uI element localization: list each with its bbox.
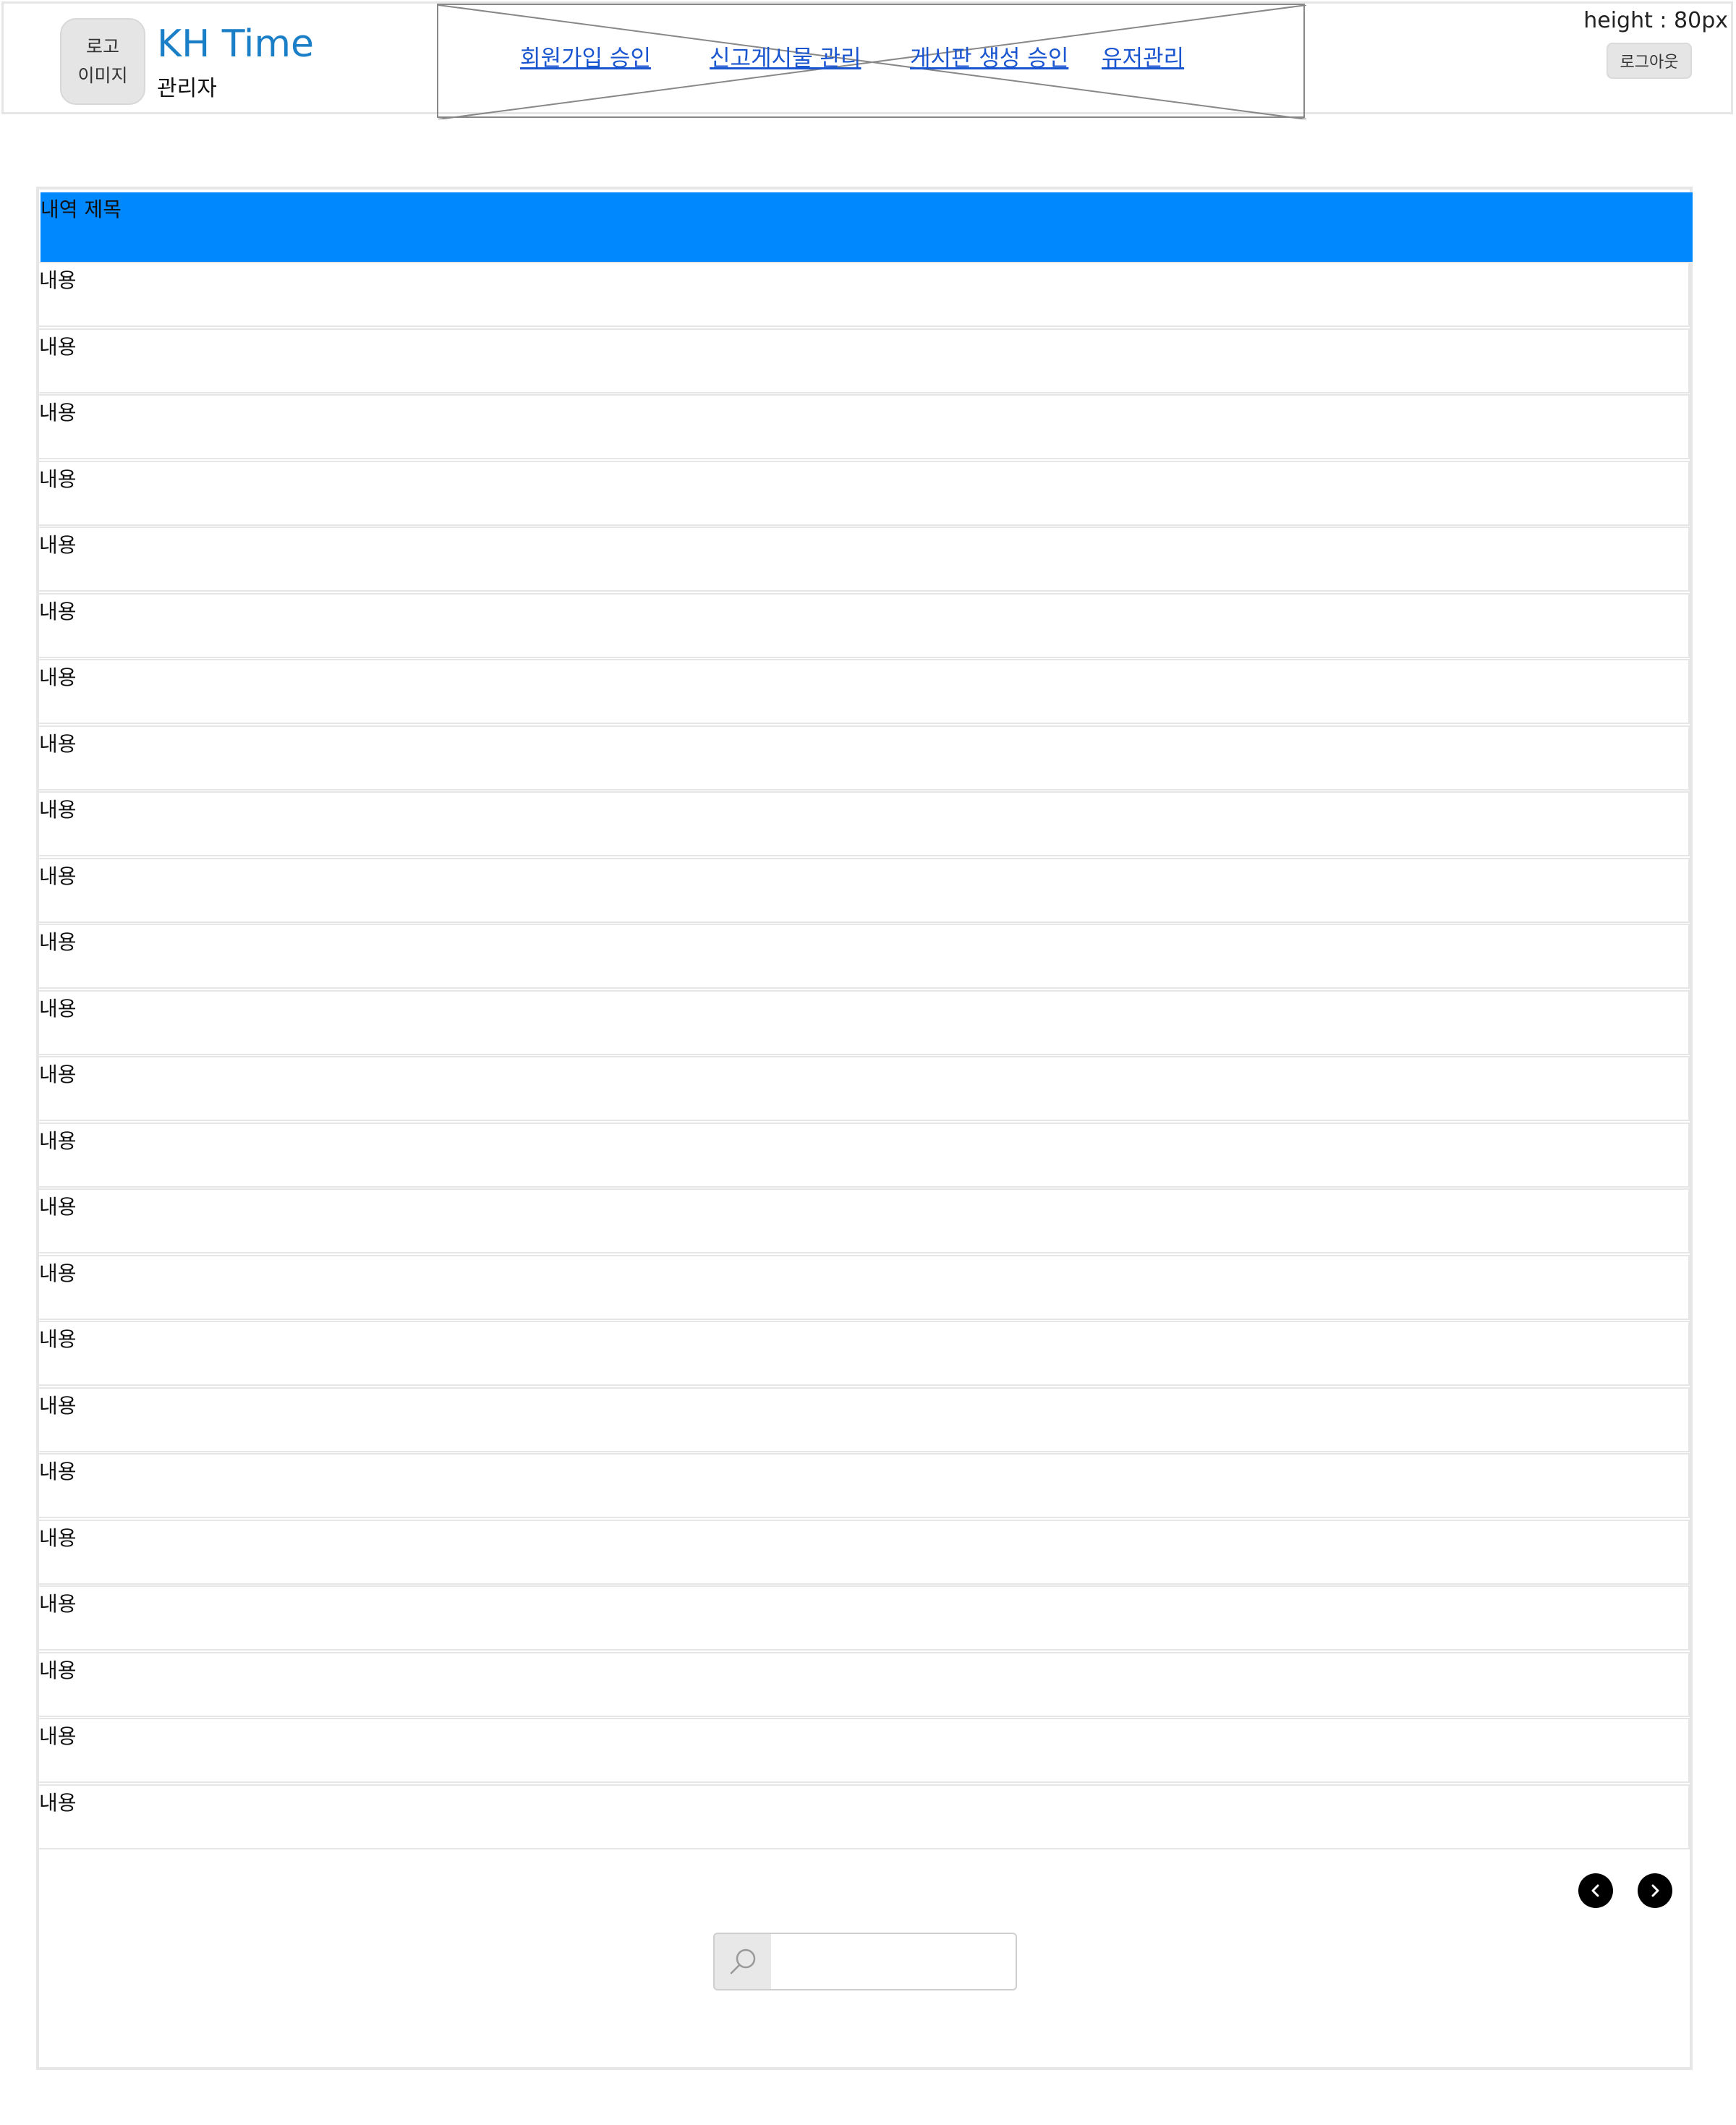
logo-text-line1: 로고 [85,36,119,57]
list-row[interactable]: 내용 [38,1122,1690,1188]
list-row[interactable]: 내용 [38,328,1690,393]
list-row-text: 내용 [39,1460,77,1483]
list-title: 내역 제목 [41,197,122,221]
list-row[interactable]: 내용 [38,659,1690,724]
list-row-text: 내용 [39,1128,77,1153]
list-row[interactable]: 내용 [38,527,1690,592]
list-row[interactable]: 내용 [38,989,1690,1055]
role-label: 관리자 [157,76,217,101]
list-row[interactable]: 내용 [38,592,1690,658]
list-row[interactable]: 내용 [38,460,1690,526]
prev-page-button[interactable] [1578,1873,1613,1908]
search-input[interactable] [773,1934,1013,1989]
list-row[interactable]: 내용 [38,1056,1690,1121]
list-row-text: 내용 [39,930,77,954]
logo-text-line2: 이미지 [77,65,128,86]
chevron-right-icon [1651,1884,1659,1897]
list-row[interactable]: 내용 [38,1254,1690,1320]
list-row-text: 내용 [39,996,77,1021]
list-row-text: 내용 [39,1062,77,1086]
list-row-text: 내용 [39,1261,77,1285]
list-row[interactable]: 내용 [38,1585,1690,1651]
list-row-text: 내용 [39,864,77,888]
list-row[interactable]: 내용 [38,262,1690,327]
list-row-text: 내용 [39,665,77,689]
brand-title[interactable]: KH Time [157,22,314,66]
nav-board-approval[interactable]: 게시판 생성 승인 [910,40,1068,72]
list-row-text: 내용 [39,334,77,359]
list-row-text: 내용 [39,268,77,292]
chevron-left-icon [1591,1884,1599,1897]
list-row[interactable]: 내용 [38,1387,1690,1452]
next-page-button[interactable] [1638,1873,1672,1908]
nav-user-management[interactable]: 유저관리 [1102,40,1184,72]
list-row-text: 내용 [39,1327,77,1351]
list-row[interactable]: 내용 [38,857,1690,923]
list-row[interactable]: 내용 [38,1453,1690,1518]
list-title-bar: 내역 제목 [41,192,1693,262]
list-row-text: 내용 [39,1592,77,1616]
list-row-text: 내용 [39,798,77,822]
search-icon [730,1949,756,1975]
list-row[interactable]: 내용 [38,1321,1690,1386]
list-row[interactable]: 내용 [38,1188,1690,1253]
top-header: 로고 이미지 KH Time 관리자 회원가입 승인 신고게시물 관리 게시판 … [1,1,1733,119]
list-row[interactable]: 내용 [38,1718,1690,1783]
list-row[interactable]: 내용 [38,394,1690,459]
list-row-text: 내용 [39,1724,77,1748]
list-row[interactable]: 내용 [38,1519,1690,1585]
list-row-text: 내용 [39,1393,77,1418]
list-row-text: 내용 [39,599,77,623]
list-row-text: 내용 [39,1525,77,1550]
list-row[interactable]: 내용 [38,1651,1690,1717]
list-row-text: 내용 [39,731,77,756]
list-row-text: 내용 [39,1195,77,1219]
nav-signup-approval[interactable]: 회원가입 승인 [520,40,651,72]
nav-report-management[interactable]: 신고게시물 관리 [710,40,861,72]
list-row-text: 내용 [39,1658,77,1682]
nav-area: 회원가입 승인 신고게시물 관리 게시판 생성 승인 유저관리 [437,4,1306,119]
list-row[interactable]: 내용 [38,725,1690,791]
search-button[interactable] [715,1934,771,1989]
list-row-text: 내용 [39,1790,77,1815]
list-row[interactable]: 내용 [38,1784,1690,1849]
search-box[interactable] [713,1933,1017,1990]
list-row-text: 내용 [39,401,77,425]
logout-button[interactable]: 로그아웃 [1607,43,1692,79]
list-row-text: 내용 [39,533,77,557]
list-row-text: 내용 [39,467,77,491]
list-row[interactable]: 내용 [38,791,1690,856]
logo-image[interactable]: 로고 이미지 [60,18,145,105]
height-annotation: height : 80px [1583,8,1728,33]
list-row[interactable]: 내용 [38,924,1690,989]
